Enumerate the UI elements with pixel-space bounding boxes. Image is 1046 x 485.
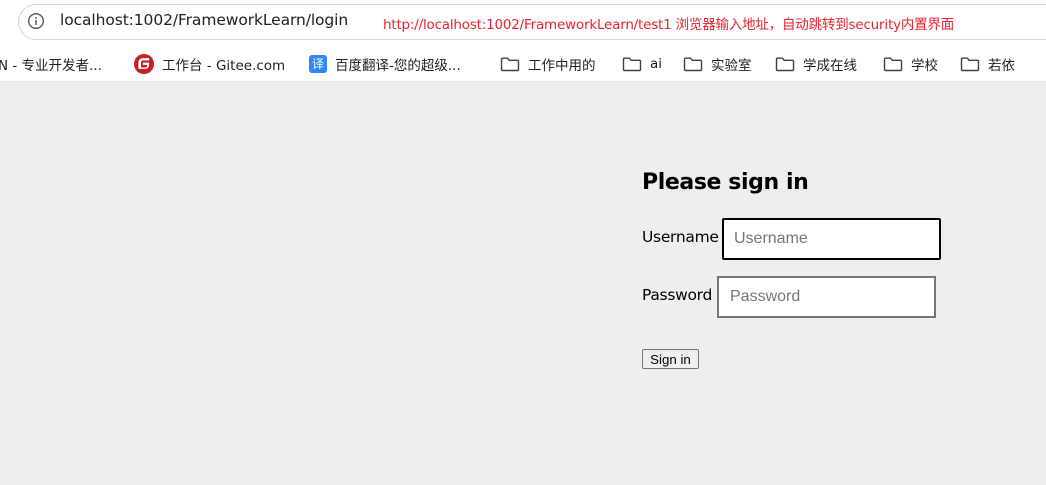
bookmark-label: N - 专业开发者... <box>0 58 102 74</box>
bookmark-folder-ruoyi[interactable]: 若依 <box>960 54 1015 74</box>
login-page: Please sign in Username Password Sign in <box>0 82 1046 485</box>
url-text[interactable]: localhost:1002/FrameworkLearn/login <box>60 11 348 29</box>
page-title: Please sign in <box>642 170 809 195</box>
bookmark-baidu-fanyi[interactable]: 译 百度翻译-您的超级... <box>309 54 461 74</box>
bookmark-label: ai <box>650 56 663 72</box>
folder-icon <box>622 57 642 72</box>
bookmark-folder-lab[interactable]: 实验室 <box>683 54 752 74</box>
bookmark-folder-xuecheng[interactable]: 学成在线 <box>775 54 857 74</box>
info-icon[interactable] <box>27 12 45 30</box>
bookmark-label: 百度翻译-您的超级... <box>335 58 461 74</box>
password-input[interactable] <box>717 276 936 318</box>
folder-icon <box>775 57 795 72</box>
bookmark-folder-school[interactable]: 学校 <box>883 54 938 74</box>
red-annotation-text: http://localhost:1002/FrameworkLearn/tes… <box>383 17 955 33</box>
bookmark-csdn[interactable]: N - 专业开发者... <box>0 54 102 74</box>
bookmark-label: 工作中用的 <box>528 58 596 74</box>
username-input[interactable] <box>722 218 941 260</box>
username-label: Username <box>642 228 719 246</box>
browser-window: localhost:1002/FrameworkLearn/login http… <box>0 0 1046 485</box>
gitee-icon <box>134 54 154 74</box>
folder-icon <box>683 57 703 72</box>
bookmark-label: 若依 <box>988 58 1015 74</box>
password-label: Password <box>642 286 712 304</box>
folder-icon <box>883 57 903 72</box>
translate-icon: 译 <box>309 55 327 73</box>
bookmarks-bar: N - 专业开发者... 工作台 - Gitee.com 译 百度翻译-您的超级… <box>0 44 1046 82</box>
bookmark-label: 实验室 <box>711 58 752 74</box>
folder-icon <box>500 57 520 72</box>
bookmark-label: 学成在线 <box>803 58 857 74</box>
folder-icon <box>960 57 980 72</box>
bookmark-folder-ai[interactable]: ai <box>622 54 662 74</box>
bookmark-folder-work[interactable]: 工作中用的 <box>500 54 596 74</box>
address-bar-row: localhost:1002/FrameworkLearn/login http… <box>0 0 1046 44</box>
bookmark-label: 工作台 - Gitee.com <box>162 58 286 74</box>
sign-in-button[interactable]: Sign in <box>642 349 699 369</box>
bookmark-label: 学校 <box>911 58 938 74</box>
bookmark-gitee[interactable]: 工作台 - Gitee.com <box>134 54 285 74</box>
